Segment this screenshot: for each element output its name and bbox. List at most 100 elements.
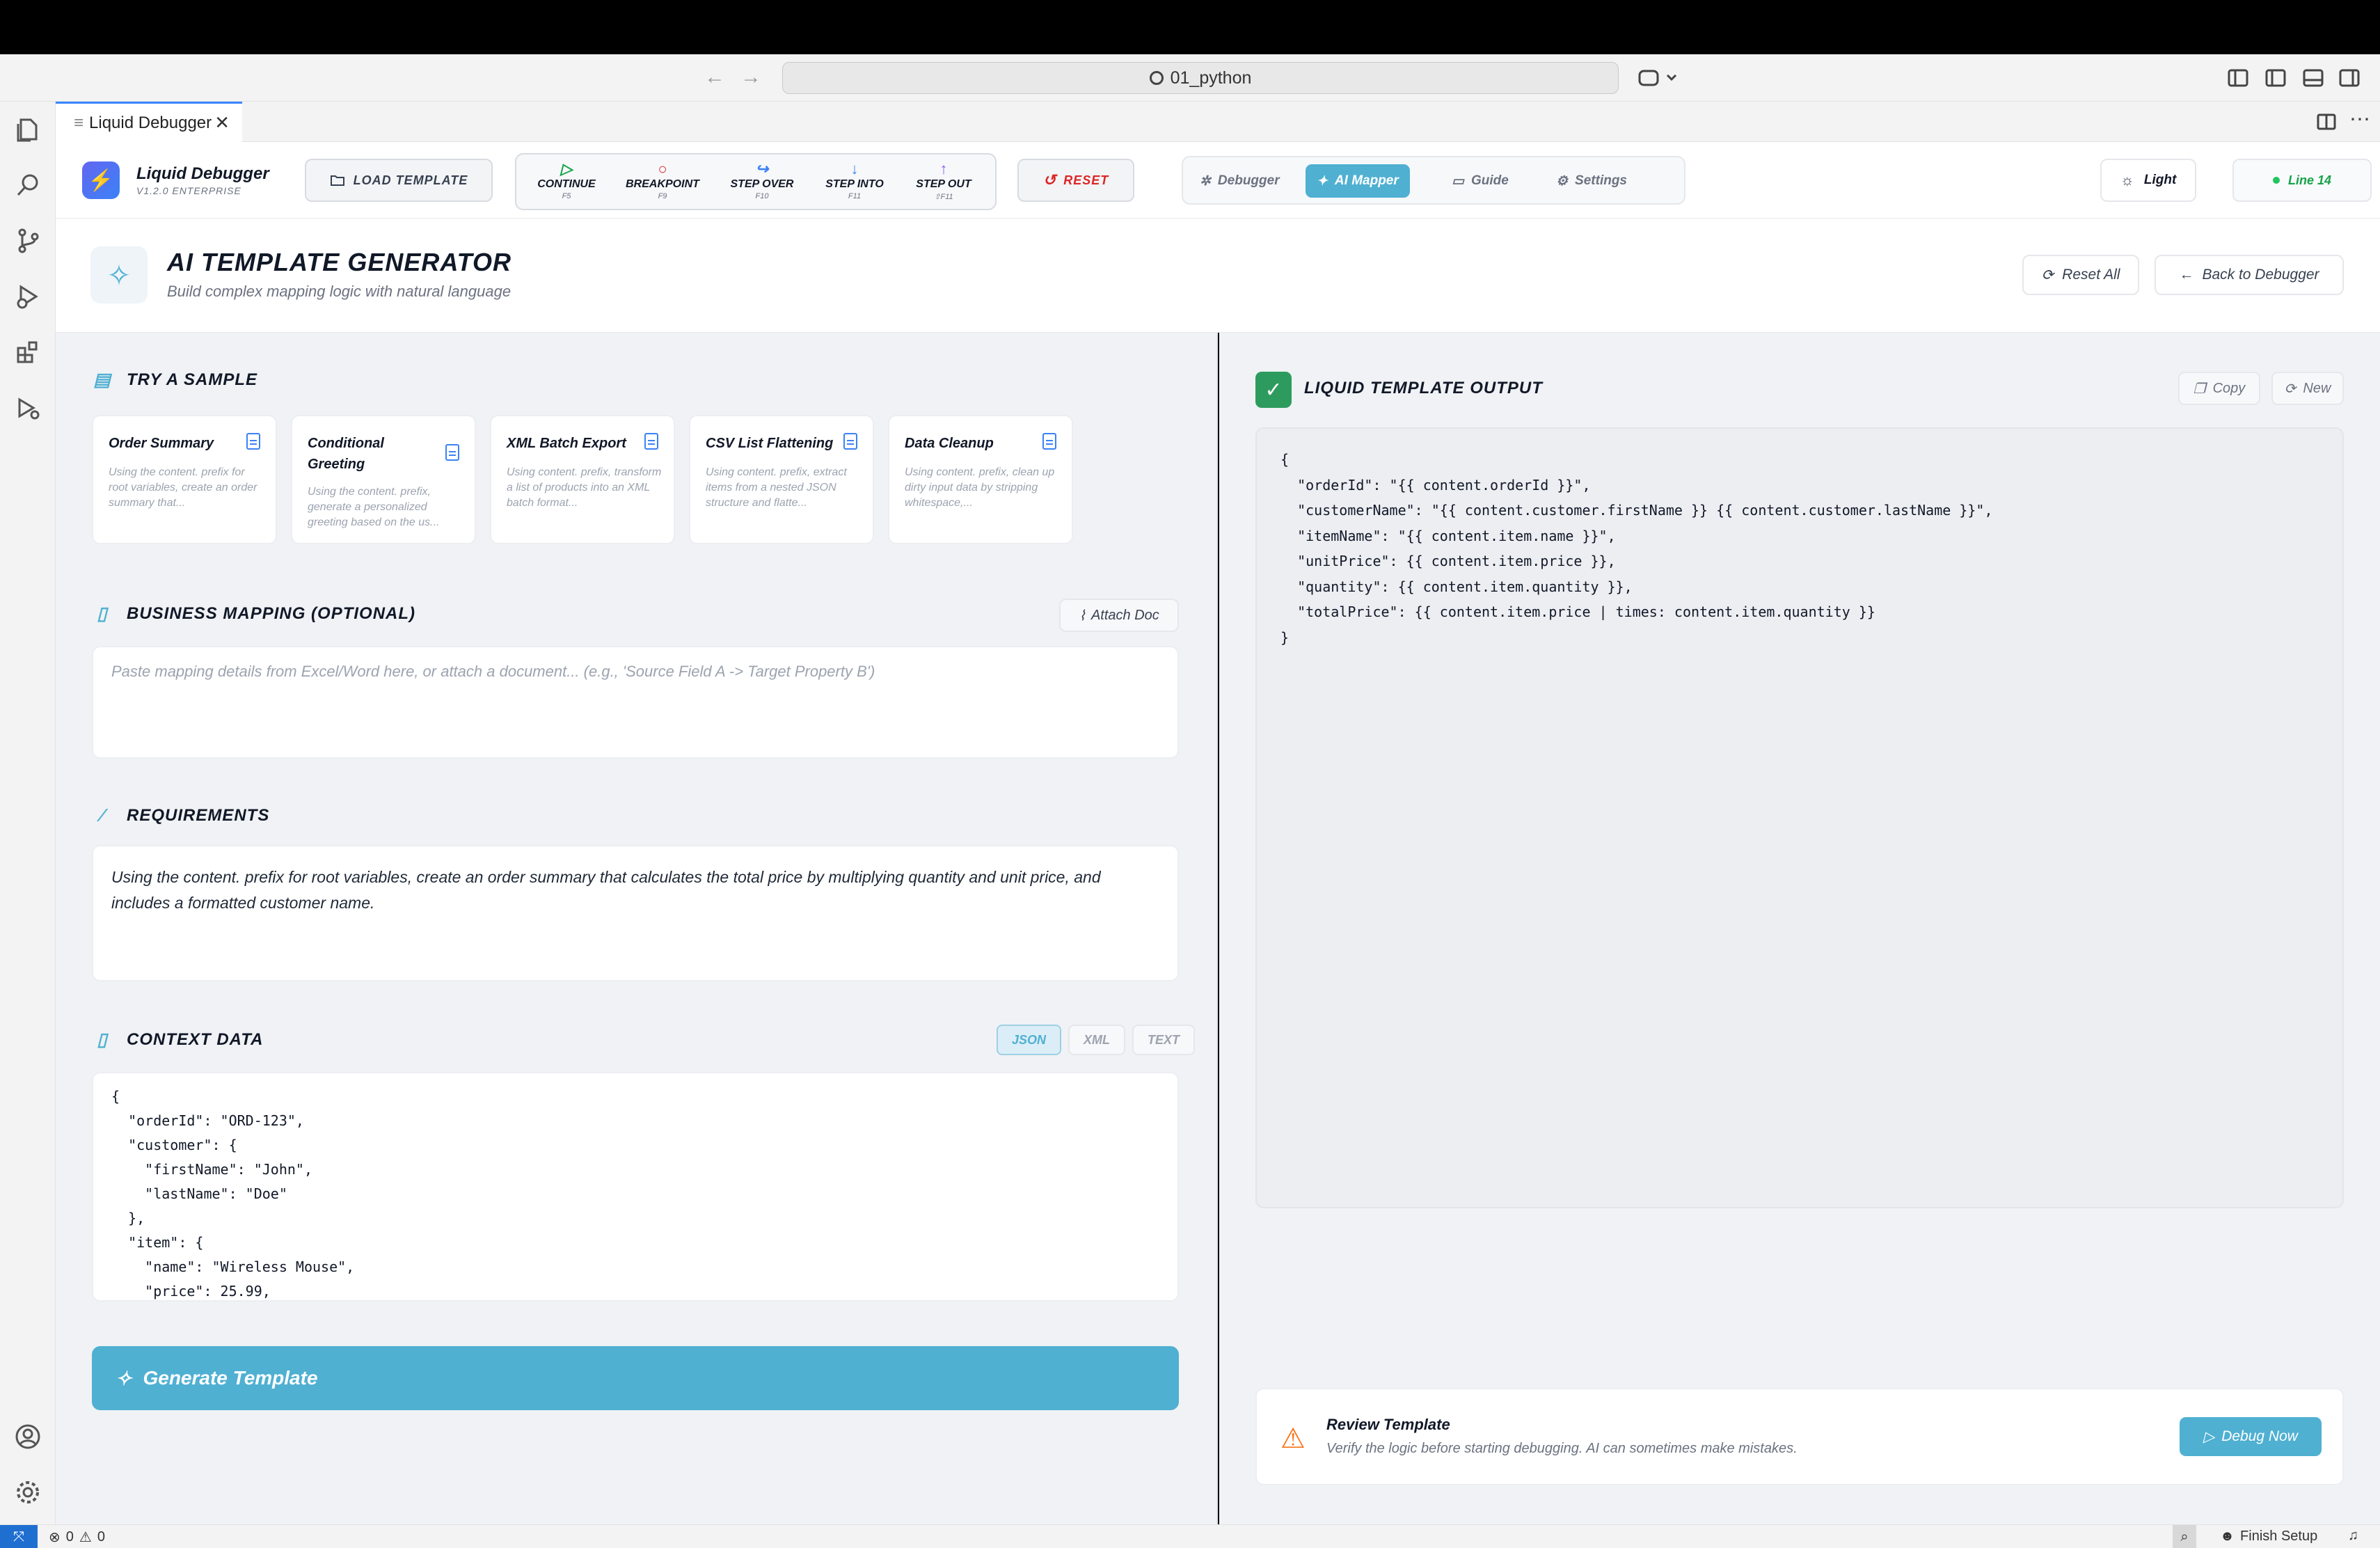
page-subtitle: Build complex mapping logic with natural… [167,283,511,300]
window-top-band [0,0,2380,54]
customize-layout-icon[interactable] [2227,67,2249,89]
context-data-editor[interactable]: { "orderId": "ORD-123", "customer": { "f… [92,1072,1179,1302]
generate-template-button[interactable]: ✧ Generate Template [92,1346,1179,1410]
tab-ai-mapper[interactable]: ✦ AI Mapper [1306,164,1410,198]
toggle-primary-sidebar-icon[interactable] [2264,67,2287,89]
back-arrow-icon[interactable]: ← [704,65,725,89]
bug-icon: ✲ [1200,173,1211,189]
run-and-debug-icon[interactable] [14,283,42,310]
sample-card-csv-list-flattening[interactable]: CSV List Flattening Using content. prefi… [689,415,874,544]
sample-card-title: Data Cleanup [905,436,994,451]
samples-heading: ▤ TRY A SAMPLE [92,369,257,390]
view-tabs: ✲ Debugger ✦ AI Mapper ▭ Guide ⚙ Setting… [1182,156,1685,205]
load-template-label: LOAD TEMPLATE [353,173,468,187]
step-over-shortcut: F10 [755,192,769,200]
breakpoint-circle-icon: ○ [658,160,667,177]
business-mapping-input[interactable]: Paste mapping details from Excel/Word he… [92,646,1179,759]
remote-indicator-icon[interactable]: ⤧ [0,1525,38,1548]
sample-card-title: Conditional Greeting [308,436,384,472]
tab-debugger[interactable]: ✲ Debugger [1189,164,1291,198]
output-pane: ✓ LIQUID TEMPLATE OUTPUT ❐ Copy ⟳ New { … [1219,333,2380,1524]
sample-card-order-summary[interactable]: Order Summary Using the content. prefix … [92,415,277,544]
more-actions-icon[interactable]: ⋯ [2349,107,2370,132]
sample-card-desc: Using content. prefix, clean up dirty in… [905,466,1055,509]
debug-now-button[interactable]: ▷ Debug Now [2180,1417,2322,1456]
refresh-icon: ⟳ [2041,267,2054,283]
notifications-bell-icon[interactable]: ♫ [2348,1528,2358,1544]
status-dot-icon [2272,177,2280,184]
play-icon: ▷ [2203,1428,2215,1445]
copilot-icon[interactable] [1637,67,1679,89]
toggle-panel-icon[interactable] [2302,67,2324,89]
search-icon[interactable] [14,171,42,199]
tab-guide[interactable]: ▭ Guide [1441,164,1520,198]
context-heading-label: CONTEXT DATA [127,1029,264,1049]
check-icon: ✓ [1255,372,1292,408]
split-editor-icon[interactable] [2316,111,2337,132]
tab-debugger-label: Debugger [1217,173,1280,188]
tab-liquid-debugger[interactable]: ≡ Liquid Debugger ✕ [56,102,242,142]
samples-heading-label: TRY A SAMPLE [127,370,258,389]
requirements-input[interactable]: Using the content. prefix for root varia… [92,845,1179,981]
continue-button[interactable]: ▷ CONTINUE F5 [532,160,601,200]
explorer-icon[interactable] [14,116,42,143]
template-output-editor[interactable]: { "orderId": "{{ content.orderId }}", "c… [1255,427,2344,1208]
problems-indicator[interactable]: ⊗ 0 ⚠ 0 [49,1529,105,1546]
play-icon: ▷ [560,160,573,177]
sample-card-data-cleanup[interactable]: Data Cleanup Using content. prefix, clea… [888,415,1073,544]
command-center-search[interactable]: 01_python [782,62,1619,94]
accounts-icon[interactable] [14,1423,42,1451]
format-xml-button[interactable]: XML [1068,1025,1126,1055]
manage-gear-icon[interactable] [14,1478,42,1506]
reset-all-button[interactable]: ⟳ Reset All [2022,255,2139,295]
sample-card-xml-batch-export[interactable]: XML Batch Export Using content. prefix, … [490,415,675,544]
source-control-icon[interactable] [14,227,42,255]
title-bar: ← → 01_python [0,54,2380,102]
attach-doc-button[interactable]: ⌇ Attach Doc [1059,599,1179,632]
tab-settings-label: Settings [1575,173,1627,188]
forward-arrow-icon[interactable]: → [740,65,761,89]
format-json-button[interactable]: JSON [997,1025,1062,1055]
finish-setup-button[interactable]: ☻ Finish Setup [2220,1529,2317,1545]
extensions-icon[interactable] [14,338,42,366]
sample-card-conditional-greeting[interactable]: Conditional Greeting Using the content. … [291,415,476,544]
error-icon: ⊗ [49,1530,61,1545]
step-into-icon: ↓ [850,160,859,177]
command-center-text: 01_python [1170,68,1252,88]
back-to-debugger-label: Back to Debugger [2202,267,2319,283]
robot-icon: ☻ [2220,1529,2235,1544]
new-button[interactable]: ⟳ New [2271,372,2344,405]
breakpoint-button[interactable]: ○ BREAKPOINT F9 [622,160,703,200]
toggle-secondary-sidebar-icon[interactable] [2338,67,2361,89]
format-text-button[interactable]: TEXT [1132,1025,1196,1055]
tab-settings[interactable]: ⚙ Settings [1545,164,1638,198]
back-to-debugger-button[interactable]: ← Back to Debugger [2155,255,2344,295]
step-over-button[interactable]: ↪ STEP OVER F10 [724,160,800,200]
page-title-row: ✧ AI TEMPLATE GENERATOR Build complex ma… [56,219,2380,333]
sample-card-desc: Using the content. prefix, generate a pe… [308,486,440,528]
copy-label: Copy [2212,380,2246,396]
requirements-heading-label: REQUIREMENTS [127,805,270,825]
search-icon [1149,71,1164,85]
liquid-debugger-extension-icon[interactable] [14,394,42,422]
step-out-button[interactable]: ↑ STEP OUT ⇧F11 [909,160,978,201]
step-into-button[interactable]: ↓ STEP INTO F11 [820,160,889,200]
theme-toggle-button[interactable]: ☼ Light [2100,159,2196,202]
current-line-label: Line 14 [2287,173,2332,187]
editor-tab-strip: ≡ Liquid Debugger ✕ ⋯ [56,102,2380,142]
step-out-shortcut: ⇧F11 [934,193,953,201]
review-template-notice: ⚠ Review Template Verify the logic befor… [1255,1388,2344,1485]
step-over-icon: ↪ [755,160,769,177]
close-icon[interactable]: ✕ [214,112,230,134]
arrow-left-icon: ← [2179,267,2194,283]
template-output-code: { "orderId": "{{ content.orderId }}", "c… [1280,451,1993,646]
reset-button[interactable]: ↺ RESET [1017,159,1134,202]
wand-icon: ⁄ [100,805,104,826]
load-template-button[interactable]: LOAD TEMPLATE [305,159,493,202]
file-code-icon: ▯ [97,1029,108,1050]
zoom-icon[interactable]: ⌕ [2173,1525,2196,1548]
copy-button[interactable]: ❐ Copy [2178,372,2260,405]
breakpoint-shortcut: F9 [658,192,667,200]
book-icon: ▭ [1452,173,1464,189]
context-heading: ▯ CONTEXT DATA [92,1029,263,1050]
